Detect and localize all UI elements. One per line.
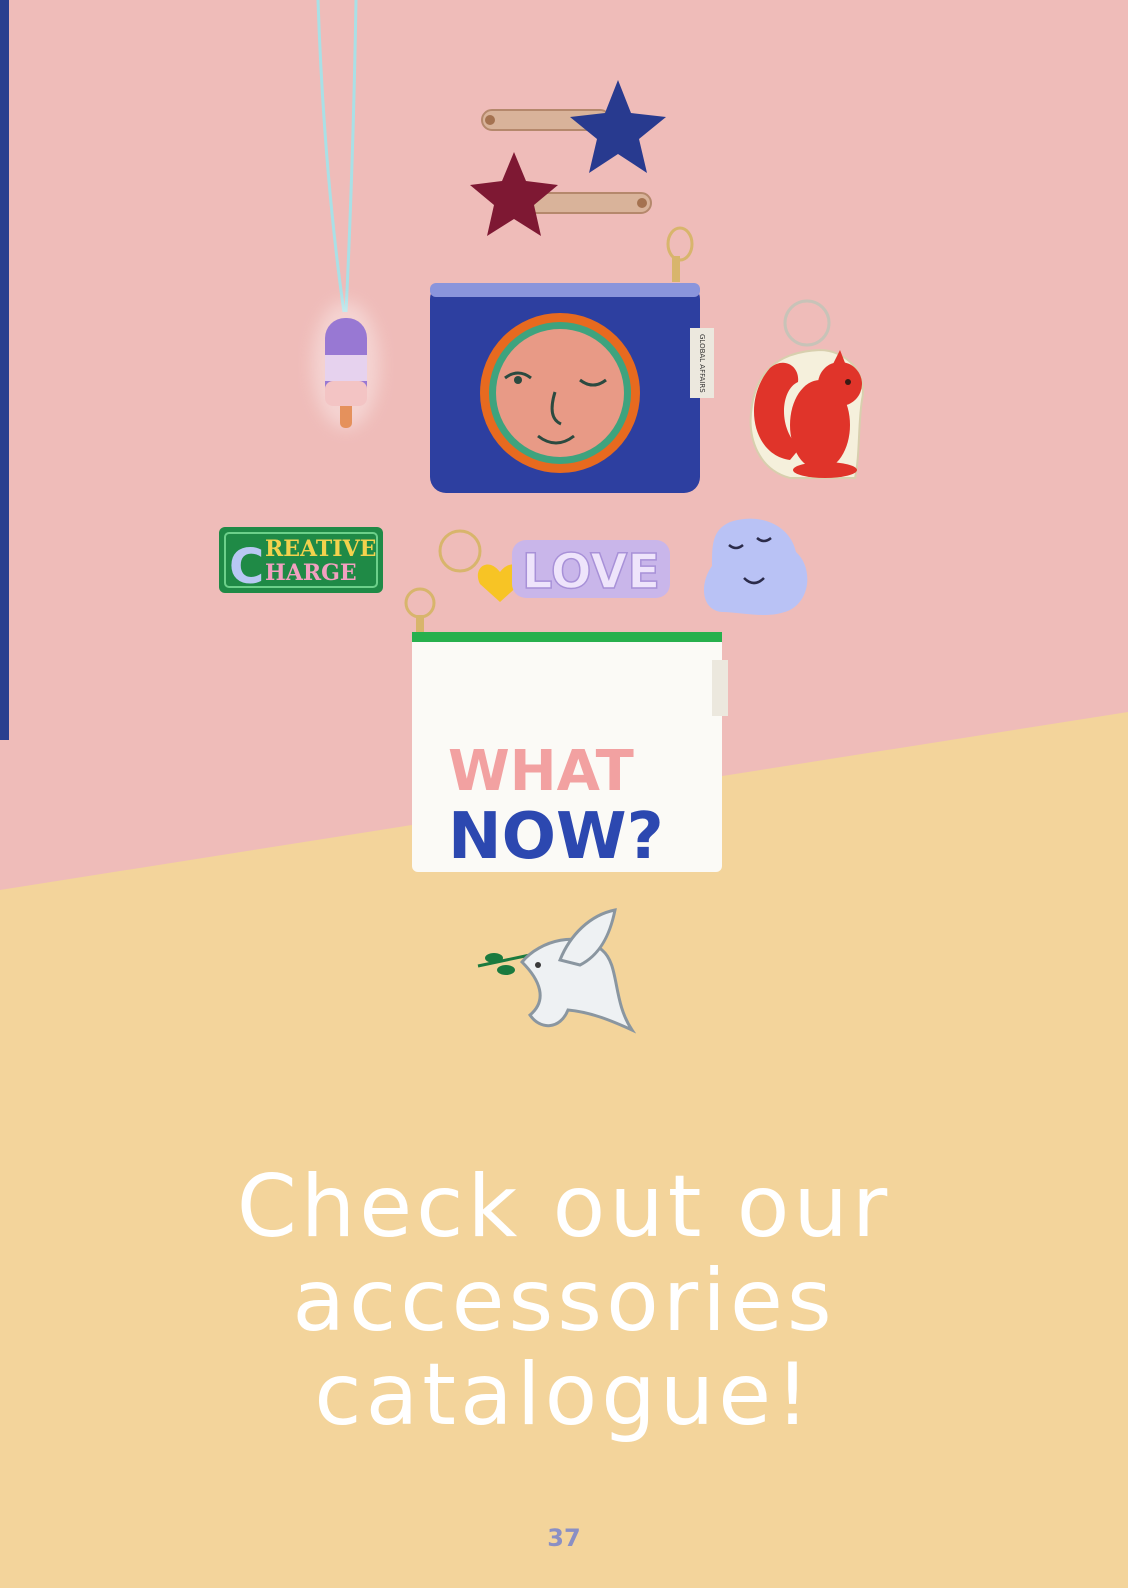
svg-text:LOVE: LOVE [522, 544, 660, 600]
headline-line-3: catalogue! [314, 1345, 814, 1445]
page-number: 37 [547, 1524, 581, 1552]
headline-line-2: accessories [292, 1251, 836, 1351]
svg-text:NOW?: NOW? [448, 800, 664, 874]
headline-line-1: Check out our [236, 1157, 892, 1257]
svg-text:C: C [229, 539, 264, 595]
creative-charge-patch: C REATIVE HARGE [219, 527, 383, 595]
headline: Check out our accessories catalogue! [0, 1160, 1128, 1442]
svg-text:WHAT: WHAT [448, 739, 634, 804]
svg-text:REATIVE: REATIVE [265, 536, 376, 562]
svg-text:GLOBAL AFFAIRS: GLOBAL AFFAIRS [698, 334, 706, 393]
catalogue-page: GLOBAL AFFAIRS C REATIVE HARGE LOVE WHAT… [0, 0, 1128, 1588]
svg-text:HARGE: HARGE [265, 560, 357, 586]
left-edge-strip [0, 0, 9, 740]
